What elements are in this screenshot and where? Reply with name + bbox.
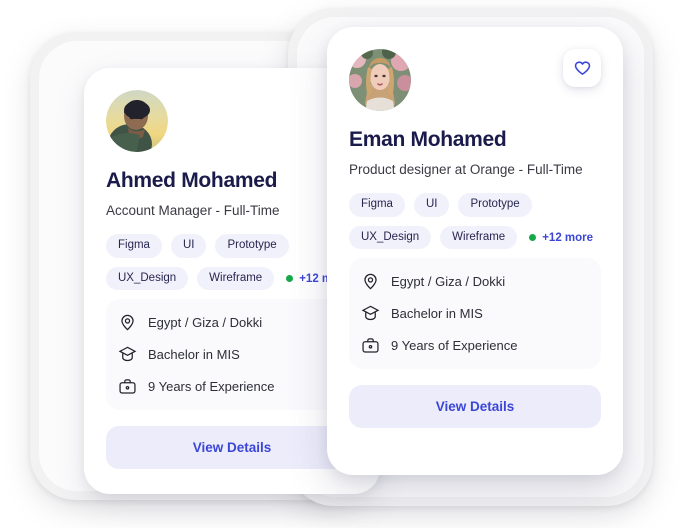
skill-tag[interactable]: Wireframe <box>440 225 518 250</box>
detail-text: 9 Years of Experience <box>391 337 518 353</box>
more-skills-label: +12 more <box>542 231 594 244</box>
detail-row-location: Egypt / Giza / Dokki <box>361 272 587 291</box>
skill-tag-list: Figma UI Prototype UX_Design Wireframe +… <box>349 193 601 250</box>
skill-tag-list: Figma UI Prototype UX_Design Wireframe +… <box>106 234 358 291</box>
location-pin-icon <box>121 315 134 331</box>
skill-tag[interactable]: UI <box>413 193 450 217</box>
skill-tag-row: Figma UI Prototype <box>106 234 358 258</box>
detail-text: Egypt / Giza / Dokki <box>148 314 263 330</box>
location-pin-icon <box>364 274 377 290</box>
detail-row-education: Bachelor in MIS <box>118 345 344 364</box>
detail-text: Bachelor in MIS <box>391 305 483 321</box>
briefcase-icon <box>362 338 379 353</box>
skill-tag-row: UX_Design Wireframe +12 more <box>106 266 358 291</box>
detail-text: Egypt / Giza / Dokki <box>391 273 506 289</box>
graduation-cap-icon <box>118 346 137 362</box>
skill-tag[interactable]: Wireframe <box>197 266 275 291</box>
view-details-button[interactable]: View Details <box>106 426 358 470</box>
status-dot-icon <box>286 275 294 283</box>
view-details-button[interactable]: View Details <box>349 385 601 429</box>
graduation-cap-icon <box>361 305 380 321</box>
profile-details-panel: Egypt / Giza / Dokki Bachelor in MIS 9 Y… <box>349 258 601 370</box>
skill-tag[interactable]: UX_Design <box>349 225 432 250</box>
briefcase-icon <box>119 379 136 394</box>
skill-tag[interactable]: Prototype <box>215 234 289 258</box>
skill-tag-row: Figma UI Prototype <box>349 193 601 217</box>
card-header <box>106 90 358 152</box>
profile-subtitle: Account Manager - Full-Time <box>106 203 280 219</box>
card-header <box>349 49 601 111</box>
detail-row-experience: 9 Years of Experience <box>118 377 344 396</box>
skill-tag[interactable]: Figma <box>106 234 162 258</box>
detail-text: 9 Years of Experience <box>148 378 275 394</box>
profile-name: Ahmed Mohamed <box>106 169 278 192</box>
detail-text: Bachelor in MIS <box>148 346 240 362</box>
skill-tag[interactable]: Figma <box>349 193 405 217</box>
favorite-button[interactable] <box>563 49 601 87</box>
status-dot-icon <box>529 234 537 242</box>
more-skills-link[interactable]: +12 more <box>529 232 593 244</box>
detail-row-education: Bachelor in MIS <box>361 304 587 323</box>
skill-tag[interactable]: Prototype <box>458 193 532 217</box>
avatar <box>106 90 168 152</box>
skill-tag-row: UX_Design Wireframe +12 more <box>349 225 601 250</box>
heart-outline-icon <box>574 60 590 75</box>
detail-row-experience: 9 Years of Experience <box>361 336 587 355</box>
profile-card-front[interactable]: Eman Mohamed Product designer at Orange … <box>327 27 623 475</box>
avatar <box>349 49 411 111</box>
profile-details-panel: Egypt / Giza / Dokki Bachelor in MIS 9 Y… <box>106 299 358 411</box>
skill-tag[interactable]: UI <box>170 234 207 258</box>
profile-name: Eman Mohamed <box>349 128 507 151</box>
profile-subtitle: Product designer at Orange - Full-Time <box>349 162 583 178</box>
profile-cards-scene: Ahmed Mohamed Account Manager - Full-Tim… <box>0 0 685 528</box>
skill-tag[interactable]: UX_Design <box>106 266 189 291</box>
detail-row-location: Egypt / Giza / Dokki <box>118 313 344 332</box>
